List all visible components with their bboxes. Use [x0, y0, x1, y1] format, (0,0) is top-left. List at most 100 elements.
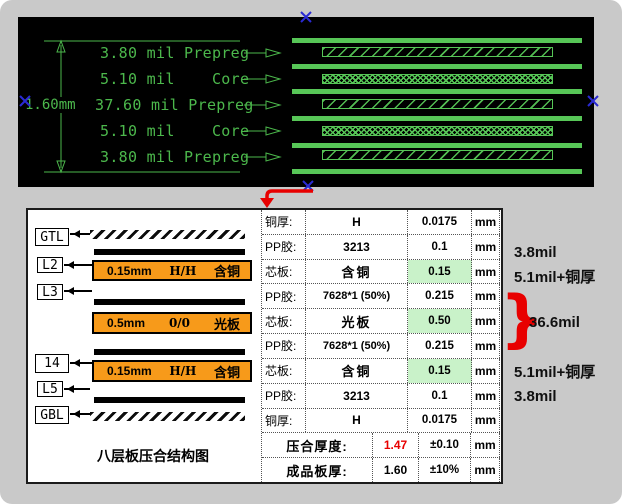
layer-tag-gtl: GTL: [35, 228, 69, 246]
core-copper-weight: H/H: [169, 364, 196, 378]
core-board-type: 光板: [214, 314, 240, 333]
grip-mark-icon: [587, 95, 599, 107]
row-material: 7628*1 (50%): [306, 334, 408, 358]
layer-row-label: 5.10 mil Core: [100, 70, 249, 88]
annotation-thickness: 3.8mil: [514, 244, 557, 261]
row-unit: mm: [472, 384, 500, 408]
layer-tag-l4: 14: [35, 354, 69, 373]
outer-copper-hatch-bar: [90, 412, 245, 421]
tag-arrow-icon: [64, 290, 92, 292]
row-value: 0.0175: [408, 210, 472, 234]
prepreg-layer-bar: [322, 99, 553, 109]
core-board-type: 含铜: [214, 362, 240, 381]
summary-row: 压合厚度: 1.47 ±0.10 mm: [262, 433, 500, 458]
table-row: PP胶: 7628*1 (50%) 0.215 mm: [262, 334, 500, 359]
copper-foil-bar: [94, 349, 245, 355]
tag-arrow-icon: [70, 233, 90, 235]
annotation-thickness: 3.8mil: [514, 388, 557, 405]
row-material: H: [306, 409, 408, 433]
summary-row: 成品板厚: 1.60 ±10% mm: [262, 458, 500, 482]
table-row: PP胶: 3213 0.1 mm: [262, 235, 500, 260]
row-material: 7628*1 (50%): [306, 284, 408, 308]
summary-label: 压合厚度:: [262, 433, 373, 457]
row-material: 光板: [306, 309, 408, 333]
row-unit: mm: [472, 235, 500, 259]
layer-row-label: 37.60 mil Prepreg: [95, 96, 254, 114]
total-thickness-label: 1.60mm: [24, 97, 77, 113]
row-material: 含铜: [306, 260, 408, 284]
row-value: 0.1: [408, 384, 472, 408]
core-block: 0.15mm H/H 含铜: [92, 260, 252, 281]
row-label: 铜厚:: [262, 210, 306, 234]
tag-arrow-icon: [70, 413, 90, 415]
row-unit: mm: [472, 260, 500, 284]
row-label: PP胶:: [262, 284, 306, 308]
grip-mark-icon: [19, 95, 31, 107]
row-material: 3213: [306, 384, 408, 408]
row-unit: mm: [472, 359, 500, 383]
row-material: H: [306, 210, 408, 234]
summary-unit: mm: [471, 458, 500, 482]
core-thickness: 0.15mm: [107, 364, 152, 378]
prepreg-layer-bar: [322, 47, 553, 57]
copper-foil-bar: [94, 299, 245, 305]
copper-layer-bar: [292, 169, 582, 174]
table-row: 铜厚: H 0.0175 mm: [262, 409, 500, 434]
tag-arrow-icon: [64, 264, 92, 266]
annotation-thickness: 36.6mil: [529, 314, 580, 331]
layer-tag-l5: L5: [37, 381, 63, 397]
layer-tag-l2: L2: [37, 257, 63, 273]
summary-unit: mm: [471, 433, 500, 457]
copper-foil-bar: [94, 397, 245, 403]
core-thickness: 0.15mm: [107, 264, 152, 278]
prepreg-layer-bar: [322, 150, 553, 160]
summary-label: 成品板厚:: [262, 458, 373, 482]
stackup-document: 3.80 mil Prepreg 5.10 mil Core 37.60 mil…: [0, 0, 622, 504]
row-unit: mm: [472, 309, 500, 333]
row-label: 芯板:: [262, 260, 306, 284]
row-value: 0.215: [408, 284, 472, 308]
layer-row-label: 3.80 mil Prepreg: [100, 148, 249, 166]
row-material: 含铜: [306, 359, 408, 383]
core-board-type: 含铜: [214, 261, 240, 280]
stackup-detail-panel: GTL L2 L3 14 L5 GBL 0.15mm H/H 含铜 0.5mm …: [26, 208, 503, 484]
tag-arrow-icon: [70, 362, 92, 364]
row-label: PP胶:: [262, 334, 306, 358]
table-row: 芯板: 含铜 0.15 mm: [262, 260, 500, 285]
row-label: 铜厚:: [262, 409, 306, 433]
summary-tolerance: ±10%: [419, 458, 471, 482]
core-layer-bar: [322, 74, 553, 84]
row-value: 0.0175: [408, 409, 472, 433]
core-block: 0.15mm H/H 含铜: [92, 360, 252, 382]
layer-tag-gbl: GBL: [35, 406, 69, 424]
copper-layer-bar: [292, 143, 582, 148]
outer-copper-hatch-bar: [90, 230, 245, 239]
row-label: 芯板:: [262, 359, 306, 383]
row-unit: mm: [472, 409, 500, 433]
row-unit: mm: [472, 284, 500, 308]
stackup-table: 铜厚: H 0.0175 mm PP胶: 3213 0.1 mm 芯板: 含铜 …: [261, 210, 500, 482]
row-label: PP胶:: [262, 384, 306, 408]
summary-tolerance: ±0.10: [419, 433, 471, 457]
row-value: 0.50: [408, 309, 472, 333]
copper-layer-bar: [292, 64, 582, 69]
row-unit: mm: [472, 334, 500, 358]
grip-mark-icon: [300, 11, 312, 23]
layer-row-label: 3.80 mil Prepreg: [100, 44, 249, 62]
row-value: 0.15: [408, 260, 472, 284]
layer-tag-l3: L3: [37, 284, 63, 300]
tag-arrow-icon: [64, 388, 90, 390]
table-row: 铜厚: H 0.0175 mm: [262, 210, 500, 235]
layer-row-label: 5.10 mil Core: [100, 122, 249, 140]
core-copper-weight: 0/0: [169, 316, 190, 330]
row-value: 0.215: [408, 334, 472, 358]
table-row: 芯板: 光板 0.50 mm: [262, 309, 500, 334]
table-row: 芯板: 含铜 0.15 mm: [262, 359, 500, 384]
row-label: PP胶:: [262, 235, 306, 259]
annotation-thickness: 5.1mil+铜厚: [514, 361, 595, 382]
core-copper-weight: H/H: [169, 264, 196, 278]
table-row: PP胶: 7628*1 (50%) 0.215 mm: [262, 284, 500, 309]
copper-layer-bar: [292, 38, 582, 43]
core-layer-bar: [322, 126, 553, 136]
core-block: 0.5mm 0/0 光板: [92, 312, 252, 334]
